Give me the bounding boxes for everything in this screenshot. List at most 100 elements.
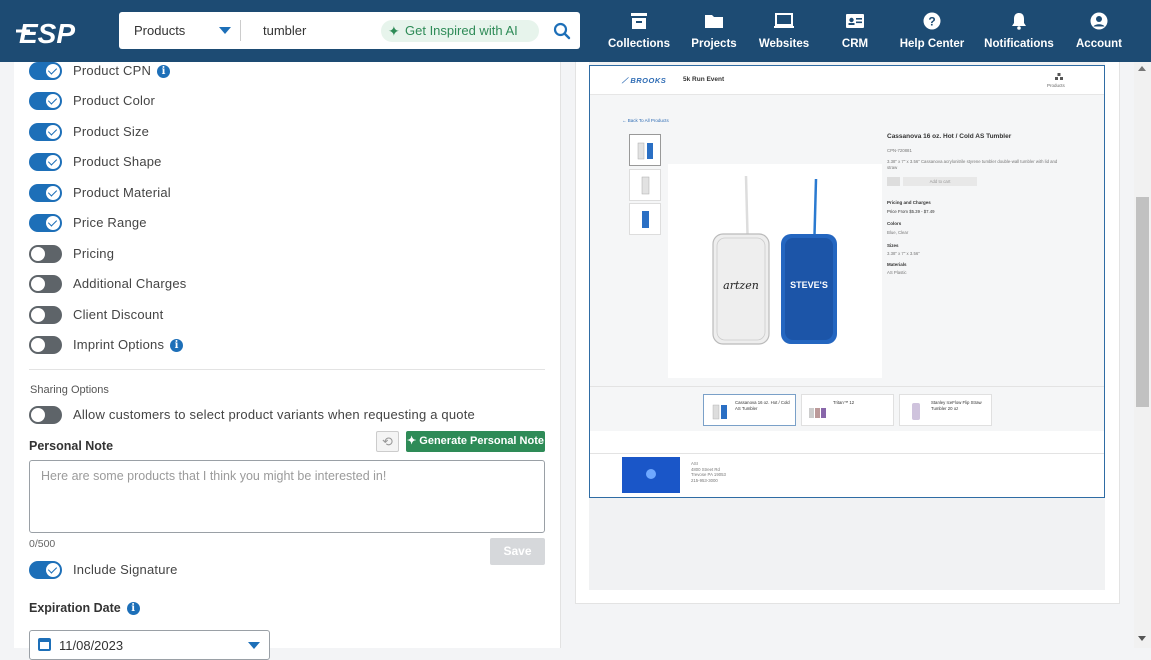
nav-label: Help Center <box>899 38 965 50</box>
top-nav-bar: ESP Products tumbler ✦ Get Inspired with… <box>0 0 1151 62</box>
presentation-settings-panel: Product CPN i Product Color Product Size … <box>14 62 561 660</box>
generate-label: Generate Personal Note <box>419 435 544 447</box>
nav-websites[interactable]: Websites <box>752 0 816 62</box>
save-button[interactable]: Save <box>490 538 545 565</box>
search-icon[interactable] <box>553 22 571 40</box>
divider <box>29 369 545 370</box>
account-icon <box>1090 12 1108 30</box>
price-range-toggle[interactable] <box>29 214 62 232</box>
back-link[interactable]: ← Back To All Products <box>622 118 669 123</box>
product-title: Cassanova 16 oz. Hot / Cold AS Tumbler <box>887 133 1012 140</box>
scrollbar-thumb[interactable] <box>1136 197 1149 407</box>
search-bar: Products tumbler ✦ Get Inspired with AI <box>119 12 580 49</box>
imprint-options-toggle[interactable] <box>29 336 62 354</box>
bell-icon <box>1012 13 1026 30</box>
option-label: Pricing <box>73 246 115 261</box>
related-product-card[interactable]: Stanley IceFlow Flip Straw Tumbler 20 oz <box>899 394 992 426</box>
colors-value: Blue, Clear <box>887 230 909 235</box>
product-description: 3.38" x 7" x 3.56" Cassanova acrylonitri… <box>887 159 1058 170</box>
option-label: Product Color <box>73 93 156 108</box>
svg-text:?: ? <box>928 15 935 29</box>
products-link[interactable]: Products <box>1047 83 1065 88</box>
nav-crm[interactable]: CRM <box>828 0 882 62</box>
personal-note-textarea[interactable] <box>29 460 545 533</box>
contact-card-icon <box>846 14 864 28</box>
info-icon[interactable]: i <box>157 65 171 78</box>
related-product-card[interactable]: Cassanova 16 oz. Hot / Cold AS Tumbler <box>703 394 796 426</box>
nav-collections[interactable]: Collections <box>603 0 675 62</box>
related-products-strip: Cassanova 16 oz. Hot / Cold AS Tumbler T… <box>590 386 1104 431</box>
calendar-icon <box>38 638 51 651</box>
event-title: 5k Run Event <box>683 76 725 83</box>
view-button[interactable] <box>887 177 900 186</box>
related-product-name: Tritan™ 12 <box>833 400 855 405</box>
info-icon[interactable]: i <box>126 602 140 615</box>
help-icon: ? <box>923 12 941 30</box>
nav-account[interactable]: Account <box>1070 0 1128 62</box>
product-thumbnail[interactable] <box>629 134 661 166</box>
pricing-toggle[interactable] <box>29 245 62 263</box>
sparkle-icon: ✦ <box>388 23 400 39</box>
sizes-value: 3.38" x 7" x 3.56" <box>887 251 920 256</box>
option-label: Include Signature <box>73 562 178 577</box>
option-label: Product Material <box>73 185 171 200</box>
esp-logo[interactable]: ESP <box>16 14 96 48</box>
product-color-toggle[interactable] <box>29 92 62 110</box>
sizes-heading: Sizes <box>887 243 899 248</box>
related-product-card[interactable]: Tritan™ 12 <box>801 394 894 426</box>
svg-text:STEVE'S: STEVE'S <box>790 280 828 290</box>
products-icon[interactable] <box>1055 73 1063 80</box>
preview-header: ⟋ BROOKS 5k Run Event Products <box>590 66 1104 95</box>
option-label: Product Shape <box>73 154 162 169</box>
option-label: Product Size <box>73 124 150 139</box>
nav-label: Collections <box>608 38 670 50</box>
product-cpn: CPN-720881 <box>887 148 912 153</box>
product-material-toggle[interactable] <box>29 184 62 202</box>
option-label: Imprint Options <box>73 337 165 352</box>
sharing-options-heading: Sharing Options <box>30 384 109 396</box>
include-signature-toggle[interactable] <box>29 561 62 579</box>
svg-text:ESP: ESP <box>19 18 75 48</box>
nav-label: CRM <box>841 38 869 50</box>
add-to-cart-button[interactable]: Add to cart <box>903 177 977 186</box>
option-label: Additional Charges <box>73 276 187 291</box>
scroll-down-arrow-icon[interactable] <box>1138 636 1146 641</box>
chevron-down-icon[interactable] <box>219 27 231 34</box>
colors-heading: Colors <box>887 221 902 226</box>
sparkle-icon: ✦ <box>407 435 420 447</box>
get-inspired-ai-button[interactable]: ✦ Get Inspired with AI <box>381 20 539 42</box>
company-address: ASI 4800 Street Rd Trevose PA 19053 215-… <box>691 461 726 483</box>
nav-notifications[interactable]: Notifications <box>980 0 1058 62</box>
option-label: Client Discount <box>73 307 164 322</box>
product-thumbnail[interactable] <box>629 203 661 235</box>
expiration-date-heading: Expiration Date i <box>29 601 140 615</box>
nav-projects[interactable]: Projects <box>684 0 744 62</box>
search-input[interactable]: tumbler <box>263 23 306 38</box>
client-discount-toggle[interactable] <box>29 306 62 324</box>
additional-charges-toggle[interactable] <box>29 275 62 293</box>
nav-label: Websites <box>758 38 810 50</box>
expiration-date-picker[interactable]: 11/08/2023 <box>29 630 270 660</box>
scroll-up-arrow-icon[interactable] <box>1138 66 1146 71</box>
nav-label: Projects <box>691 38 737 50</box>
allow-variants-toggle[interactable] <box>29 406 62 424</box>
get-inspired-label: Get Inspired with AI <box>405 23 518 38</box>
product-main-image: artzen STEVE'S <box>668 164 882 378</box>
company-banner-image <box>622 457 680 493</box>
materials-heading: Materials <box>887 262 907 267</box>
info-icon[interactable]: i <box>170 339 184 352</box>
folder-icon <box>705 15 723 28</box>
nav-help-center[interactable]: ? Help Center <box>895 0 969 62</box>
product-size-toggle[interactable] <box>29 123 62 141</box>
svg-text:artzen: artzen <box>723 279 759 292</box>
related-product-name: Stanley IceFlow Flip Straw Tumbler 20 oz <box>931 400 982 411</box>
product-thumbnail[interactable] <box>629 169 661 201</box>
search-category-select[interactable]: Products <box>134 23 185 38</box>
undo-button[interactable]: ⟲ <box>376 431 399 452</box>
generate-personal-note-button[interactable]: ✦ Generate Personal Note <box>406 431 545 452</box>
preview-footer: ASI 4800 Street Rd Trevose PA 19053 215-… <box>590 453 1104 497</box>
product-shape-toggle[interactable] <box>29 153 62 171</box>
product-cpn-toggle[interactable] <box>29 62 62 80</box>
character-count: 0/500 <box>29 538 56 550</box>
related-product-name: Cassanova 16 oz. Hot / Cold AS Tumbler <box>735 400 790 411</box>
